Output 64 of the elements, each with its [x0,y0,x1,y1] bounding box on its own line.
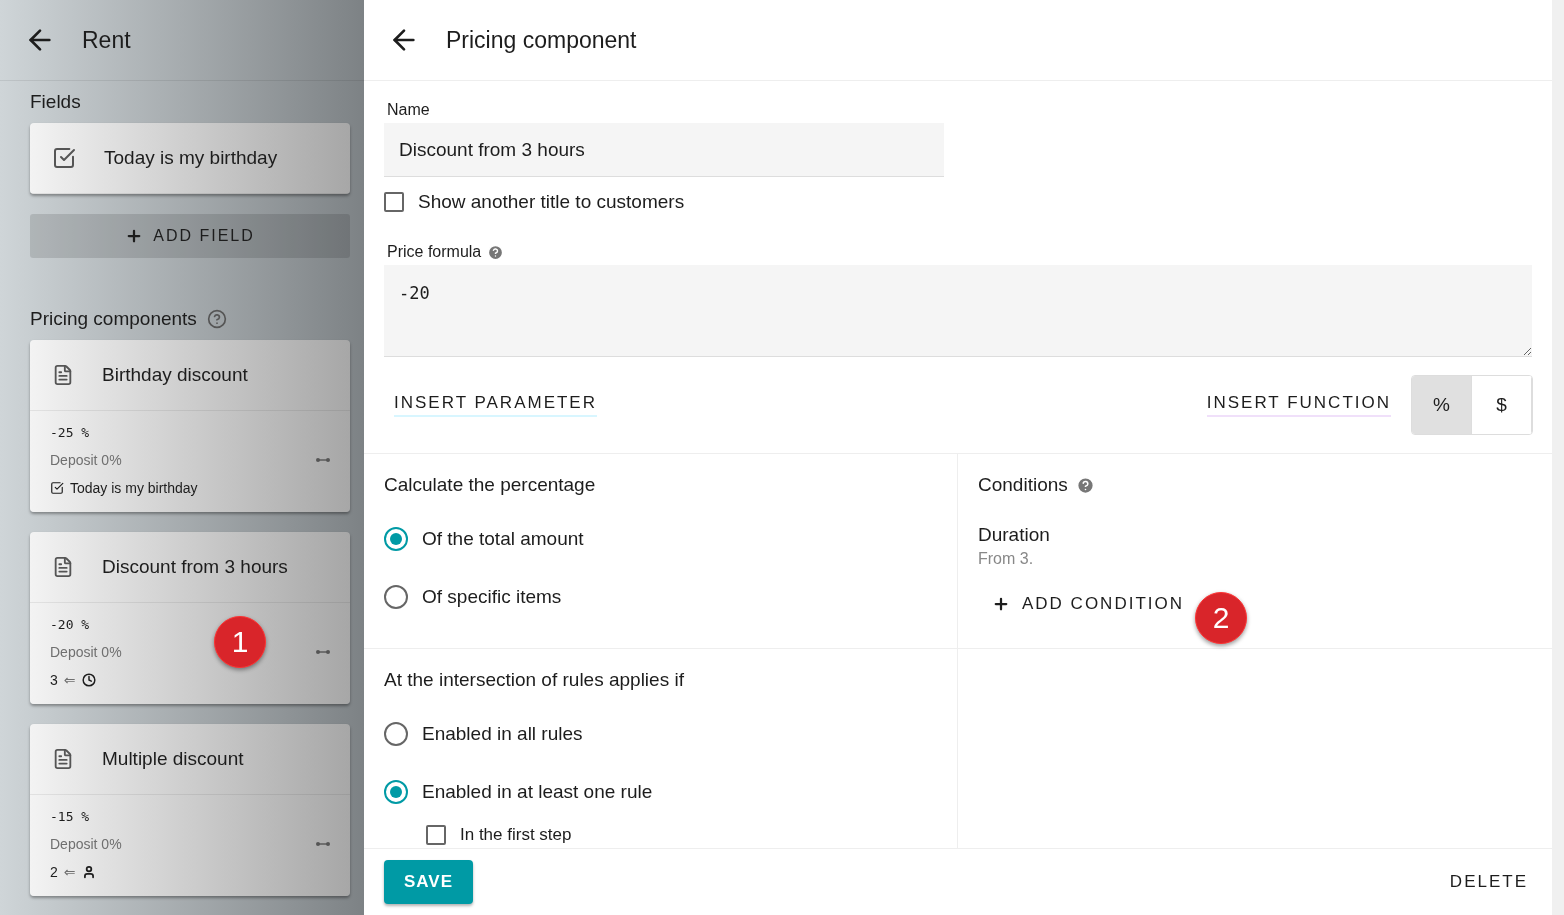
condition-text: Today is my birthday [70,480,198,496]
section-heading: Pricing components [30,308,197,330]
deposit-text: Deposit 0% [50,644,122,660]
add-field-button[interactable]: ADD FIELD [30,214,350,258]
page-title: Pricing component [446,26,637,54]
arrow-symbol: ⇐ [63,672,76,688]
formula-input[interactable]: -20 [384,265,1532,357]
checkbox-label: Show another title to customers [418,191,685,213]
radio-label: Enabled in all rules [422,723,583,745]
drag-handle-icon[interactable] [316,649,330,655]
person-icon [81,865,96,879]
price-value: -15 % [50,809,91,824]
pricing-component-card[interactable]: Multiple discount -15 % Deposit 0% 2 ⇐ [30,724,350,896]
insert-function-button[interactable]: INSERT FUNCTION [1206,393,1391,417]
component-title: Birthday discount [102,364,248,386]
component-title: Multiple discount [102,748,244,770]
document-icon [52,364,74,386]
field-label: Price formula [387,243,482,261]
drag-handle-icon[interactable] [316,457,330,463]
checkbox-icon [50,481,64,495]
price-value: -25 % [50,425,91,440]
radio-label: Of specific items [422,586,562,608]
radio-button[interactable] [384,585,408,609]
name-input[interactable]: Discount from 3 hours [384,123,944,177]
insert-parameter-button[interactable]: INSERT PARAMETER [394,393,597,417]
checkbox[interactable] [426,825,446,845]
plus-icon [992,595,1010,613]
component-title: Discount from 3 hours [102,556,288,578]
radio-label: Of the total amount [422,528,584,550]
price-value: -20 % [50,617,91,632]
radio-button[interactable] [384,527,408,551]
checkbox[interactable] [384,192,404,212]
condition-value: 2 [50,864,58,880]
deposit-text: Deposit 0% [50,836,122,852]
pricing-component-card[interactable]: Birthday discount -25 % Deposit 0% Today is my birthday [30,340,350,512]
radio-label: Enabled in at least one rule [422,781,653,803]
condition-title: Duration [978,524,1051,546]
section-heading: Fields [30,91,82,113]
arrow-symbol: ⇐ [63,864,76,880]
unit-toggle[interactable]: % [1412,376,1472,434]
drag-handle-icon[interactable] [316,841,330,847]
field-card[interactable]: Today is my birthday [30,123,350,194]
annotation-badge: 2 [1195,592,1247,644]
section-heading: Calculate the percentage [384,474,597,496]
document-icon [52,556,74,578]
condition-value: 3 [50,672,58,688]
radio-button[interactable] [384,722,408,746]
pricing-component-card[interactable]: Discount from 3 hours -20 % Deposit 0% 3 ⇐ 1 [30,532,350,704]
radio-button[interactable] [384,780,408,804]
field-label: Today is my birthday [104,147,278,169]
deposit-text: Deposit 0% [50,452,122,468]
help-icon[interactable] [206,309,227,329]
condition-detail: From 3. [978,550,1035,568]
checkbox-icon [52,146,76,170]
delete-button[interactable]: DELETE [1443,871,1534,893]
page-title: Rent [82,26,131,54]
annotation-badge: 1 [214,616,266,668]
section-heading: At the intersection of rules applies if [384,669,685,691]
field-label: Name [387,101,431,119]
document-icon [52,748,74,770]
add-condition-button[interactable]: ADD CONDITION [978,582,1198,626]
section-heading: Conditions [978,474,1068,496]
clock-icon [81,673,96,687]
checkbox-label: In the first step [460,825,572,845]
